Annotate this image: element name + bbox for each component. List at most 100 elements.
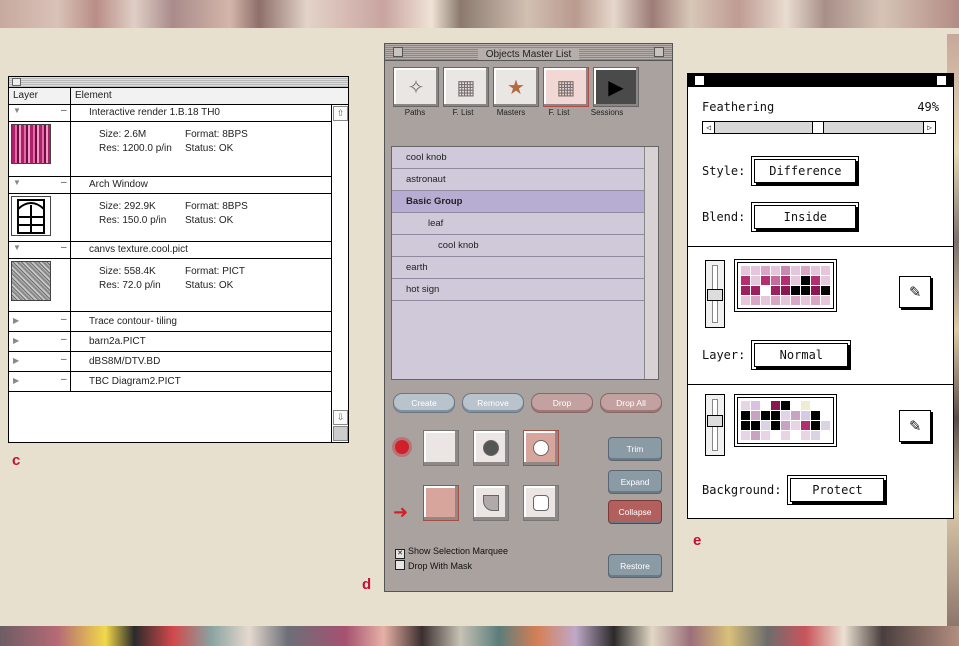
color-swatch[interactable] [801,286,810,295]
color-swatch[interactable] [761,401,770,410]
list-item[interactable]: cool knob [392,235,644,257]
zoom-box-icon[interactable] [937,76,946,85]
color-swatch[interactable] [771,296,780,305]
color-swatch[interactable] [821,421,830,430]
layer-item[interactable]: ▼ – canvs texture.cool.pict Size: 558.4K… [9,242,331,312]
list-item[interactable]: cool knob [392,147,644,169]
list-item[interactable]: hot sign [392,279,644,301]
layer-swatch-grid[interactable] [737,262,834,309]
layer-opacity-slider[interactable] [705,260,725,328]
sessions-play-icon[interactable]: ▶ [593,67,639,107]
color-swatch[interactable] [771,266,780,275]
resize-grip-icon[interactable] [333,426,348,441]
color-swatch[interactable] [761,266,770,275]
expand-button[interactable]: Expand [608,470,662,494]
eyedropper-tool-2-icon[interactable]: ✎ [899,410,931,442]
trim-button[interactable]: Trim [608,437,662,461]
checkbox-drop-with-mask[interactable]: Drop With Mask [395,559,508,574]
list-item-group[interactable]: Basic Group [392,191,644,213]
tab-masters[interactable]: Masters [489,108,533,117]
slider-knob[interactable] [707,289,723,301]
color-swatch[interactable] [771,286,780,295]
color-swatch[interactable] [741,266,750,275]
color-swatch[interactable] [781,286,790,295]
tab-sessions[interactable]: Sessions [585,108,629,117]
color-swatch[interactable] [821,296,830,305]
create-button[interactable]: Create [393,393,455,413]
color-swatch[interactable] [741,276,750,285]
palette-titlebar[interactable] [688,74,953,87]
mask-mode-corner[interactable] [473,485,509,521]
color-swatch[interactable] [761,296,770,305]
slider-knob[interactable] [707,415,723,427]
layer-popup[interactable]: Normal [754,343,849,367]
film-list-selected-icon[interactable]: ▦ [543,67,589,107]
close-box-icon[interactable] [393,47,403,57]
color-swatch[interactable] [801,431,810,440]
paths-icon[interactable]: ✧ [393,67,439,107]
color-swatch[interactable] [771,431,780,440]
objects-list-scrollbar[interactable] [644,147,658,379]
color-swatch[interactable] [761,286,770,295]
color-swatch[interactable] [791,286,800,295]
layer-item[interactable]: ▶ – dBS8M/DTV.BD [9,352,331,372]
color-swatch[interactable] [821,401,830,410]
color-swatch[interactable] [811,431,820,440]
color-swatch[interactable] [791,276,800,285]
color-swatch[interactable] [771,421,780,430]
background-swatch-grid[interactable] [737,397,834,444]
color-swatch[interactable] [791,266,800,275]
layers-window-titlebar[interactable] [9,77,348,88]
remove-button[interactable]: Remove [462,393,524,413]
color-swatch[interactable] [811,286,820,295]
mask-mode-square-2[interactable] [423,485,459,521]
masters-star-icon[interactable]: ★ [493,67,539,107]
color-swatch[interactable] [751,296,760,305]
color-swatch[interactable] [741,411,750,420]
color-swatch[interactable] [791,431,800,440]
objects-master-list-titlebar[interactable]: Objects Master List [385,44,672,61]
color-swatch[interactable] [751,266,760,275]
color-swatch[interactable] [821,411,830,420]
color-swatch[interactable] [751,421,760,430]
color-swatch[interactable] [751,286,760,295]
mask-mode-square[interactable] [423,430,459,466]
layer-item[interactable]: ▶ – TBC Diagram2.PICT [9,372,331,392]
layer-item[interactable]: ▶ – Trace contour- tiling [9,312,331,332]
style-popup[interactable]: Difference [754,159,857,183]
color-swatch[interactable] [771,411,780,420]
scroll-down-icon[interactable]: ⇩ [333,410,348,425]
tab-film-list[interactable]: F. List [441,108,485,117]
color-swatch[interactable] [811,296,820,305]
color-swatch[interactable] [761,421,770,430]
color-swatch[interactable] [811,411,820,420]
color-swatch[interactable] [801,266,810,275]
collapse-button[interactable]: Collapse [608,500,662,524]
checkbox-checked-icon[interactable]: ✕ [395,549,405,559]
color-swatch[interactable] [801,296,810,305]
layer-item[interactable]: ▼ – Arch Window Size: 292.9K Format: 8BPS… [9,177,331,242]
feathering-slider[interactable]: ◁ ▷ [702,121,936,134]
color-swatch[interactable] [821,276,830,285]
list-item[interactable]: earth [392,257,644,279]
column-header-element[interactable]: Element [71,88,112,104]
checkbox-show-selection-marquee[interactable]: ✕ Show Selection Marquee [395,544,508,559]
tab-film-list-2[interactable]: F. List [537,108,581,117]
slider-left-arrow-icon[interactable]: ◁ [703,122,715,133]
color-swatch[interactable] [801,421,810,430]
color-swatch[interactable] [741,421,750,430]
color-swatch[interactable] [791,401,800,410]
color-swatch[interactable] [801,411,810,420]
blend-popup[interactable]: Inside [754,205,857,229]
checkbox-unchecked-icon[interactable] [395,560,405,570]
drop-all-button[interactable]: Drop All [600,393,662,413]
mask-mode-rounded[interactable] [523,485,559,521]
color-swatch[interactable] [771,401,780,410]
zoom-box-icon[interactable] [654,47,664,57]
color-swatch[interactable] [801,401,810,410]
scroll-up-icon[interactable]: ⇧ [333,106,348,121]
color-swatch[interactable] [811,421,820,430]
color-swatch[interactable] [821,286,830,295]
color-swatch[interactable] [741,401,750,410]
list-item[interactable]: leaf [392,213,644,235]
